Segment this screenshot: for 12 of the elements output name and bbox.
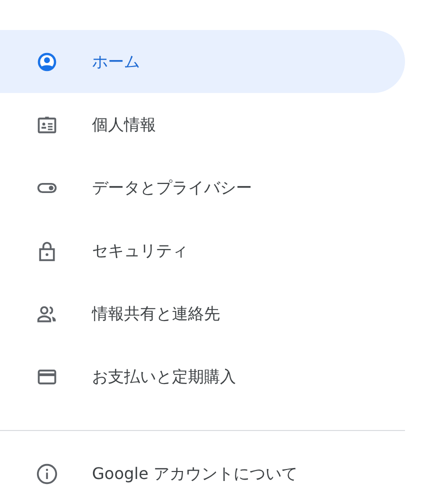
about-label: Google アカウントについて xyxy=(92,463,298,485)
info-icon xyxy=(36,463,58,485)
about-link[interactable]: Google アカウントについて xyxy=(0,431,405,500)
lock-icon xyxy=(36,240,58,262)
nav-label: 個人情報 xyxy=(92,114,156,136)
nav-label: 情報共有と連絡先 xyxy=(92,302,220,324)
nav-item[interactable]: ホーム xyxy=(0,30,405,93)
nav-label: お支払いと定期購入 xyxy=(92,366,236,388)
nav-label: セキュリティ xyxy=(92,240,188,262)
account-circle-icon xyxy=(36,50,58,72)
nav-label: データとプライバシー xyxy=(92,176,252,198)
nav-label: ホーム xyxy=(92,50,140,72)
